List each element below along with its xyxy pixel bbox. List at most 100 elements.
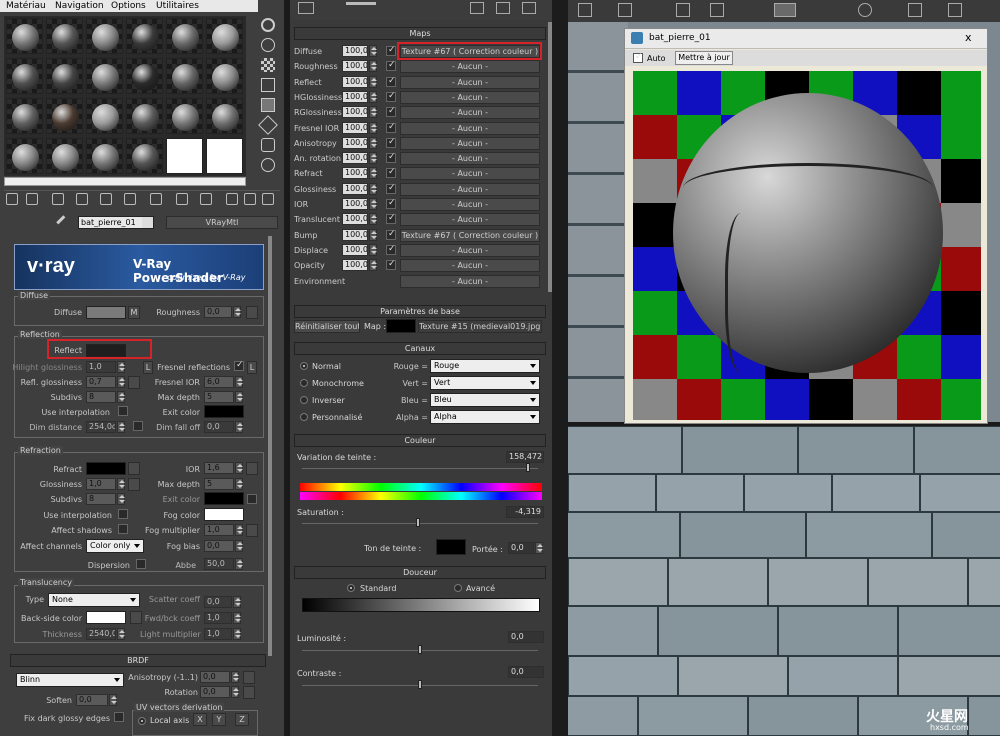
viewport-tool-h[interactable] [948, 3, 962, 17]
portee-input[interactable]: 0,0 [508, 542, 534, 554]
texture-button[interactable]: Texture #15 (medieval019.jpg) [418, 320, 542, 333]
sample-slot[interactable] [166, 18, 203, 54]
sample-type-icon[interactable] [261, 18, 275, 32]
toolbar-icon[interactable] [244, 193, 256, 205]
standard-radio[interactable] [347, 584, 355, 592]
slots-scrollbar[interactable] [4, 177, 246, 186]
map-row-spinner[interactable] [369, 75, 377, 88]
map-row-checkbox[interactable] [386, 229, 396, 240]
local-axis-radio[interactable] [138, 717, 146, 725]
material-name-dropdown[interactable] [142, 217, 153, 228]
map-row-amount[interactable]: 100,0 [342, 182, 368, 195]
sample-slot[interactable] [6, 138, 43, 174]
params-scrollbar[interactable] [268, 236, 272, 656]
light-multiplier-input[interactable]: 1,0 [204, 628, 232, 640]
map-row-spinner[interactable] [369, 90, 377, 103]
refr-subdivs-input[interactable]: 8 [86, 493, 116, 505]
toolbar-icon[interactable] [226, 193, 238, 205]
map-row-amount[interactable]: 100,0 [342, 136, 368, 149]
refr-glossiness-input[interactable]: 1,0 [86, 478, 116, 490]
luminosite-input[interactable]: 0,0 [508, 631, 544, 643]
map-row-spinner[interactable] [369, 106, 377, 119]
refl-glossiness-input[interactable]: 0,7 [86, 376, 116, 388]
map-row-slot[interactable]: - Aucun - [400, 182, 540, 196]
refl-interpolation-checkbox[interactable] [118, 406, 128, 416]
mode-inverser-radio[interactable] [300, 396, 308, 404]
back-side-color-swatch[interactable] [86, 611, 126, 624]
fresnel-lock-button[interactable]: L [247, 361, 257, 374]
reset-all-button[interactable]: Réinitialiser tout [294, 320, 360, 333]
diffuse-map-button[interactable]: M [128, 306, 140, 319]
refr-exit-color-swatch[interactable] [204, 492, 244, 505]
fog-multiplier-spinner[interactable] [235, 524, 243, 536]
sample-slot[interactable] [206, 18, 243, 54]
backlight-icon[interactable] [261, 38, 275, 52]
material-type-button[interactable]: VRayMtl [166, 216, 278, 229]
rouge-dropdown[interactable]: Rouge [430, 359, 540, 373]
refl-glossiness-map-button[interactable] [128, 376, 140, 389]
affect-channels-dropdown[interactable]: Color only [86, 539, 144, 553]
viewport-tool-d[interactable] [710, 3, 724, 17]
axis-x-button[interactable]: X [193, 713, 207, 726]
scatter-coeff-spinner[interactable] [233, 596, 241, 608]
sample-slot[interactable] [46, 18, 83, 54]
hue-slider[interactable] [302, 468, 538, 469]
map-row-amount[interactable]: 100,0 [342, 75, 368, 88]
viewport-tool-f[interactable] [858, 3, 872, 17]
saturation-slider[interactable] [302, 523, 538, 524]
refr-glossiness-map-button[interactable] [128, 478, 140, 491]
map-row-checkbox[interactable] [386, 183, 396, 194]
map-row-checkbox[interactable] [386, 137, 396, 148]
soften-input[interactable]: 0,0 [76, 694, 108, 706]
map-row-slot[interactable]: - Aucun - [400, 90, 540, 104]
anisotropy-map-button[interactable] [243, 671, 255, 684]
dim-falloff-spinner[interactable] [235, 421, 243, 433]
sample-slot[interactable] [206, 58, 243, 94]
background-icon[interactable] [261, 58, 275, 72]
bleu-dropdown[interactable]: Bleu [430, 393, 540, 407]
douceur-header[interactable]: Douceur [294, 566, 546, 579]
sample-slot[interactable] [126, 58, 163, 94]
toolbar-icon[interactable] [52, 193, 64, 205]
map-row-amount[interactable]: 100,0 [342, 198, 368, 210]
map-row-checkbox[interactable] [386, 76, 396, 87]
map-row-amount[interactable]: 100,0 [342, 45, 368, 57]
sample-slot[interactable] [126, 18, 163, 54]
fwd-bck-coeff-spinner[interactable] [233, 612, 241, 624]
map-row-slot[interactable]: - Aucun - [400, 167, 540, 181]
toolbar-icon-d[interactable] [496, 2, 510, 14]
map-row-checkbox[interactable] [386, 91, 396, 102]
abbe-input[interactable]: 50,0 [204, 558, 234, 570]
menu-utilitaires[interactable]: Utilitaires [156, 1, 199, 11]
map-row-slot[interactable]: - Aucun - [400, 136, 540, 150]
viewport-tool-a[interactable] [578, 3, 592, 17]
dim-distance-spinner[interactable] [117, 421, 125, 433]
diffuse-color-swatch[interactable] [86, 306, 126, 319]
sample-slot[interactable] [166, 58, 203, 94]
soften-spinner[interactable] [109, 694, 117, 706]
map-row-slot[interactable]: - Aucun - [400, 259, 540, 273]
map-row-amount[interactable]: 100,0 [342, 121, 368, 134]
toolbar-icon[interactable] [124, 193, 136, 205]
map-row-slot[interactable]: Texture #67 ( Correction couleur ) [400, 228, 540, 242]
toolbar-icon[interactable] [262, 193, 274, 205]
menu-navigation[interactable]: Navigation [55, 1, 104, 11]
axis-y-button[interactable]: Y [212, 713, 226, 726]
rotation-input[interactable]: 0,0 [200, 686, 230, 698]
video-check-icon[interactable] [261, 98, 275, 112]
hilight-glossiness-input[interactable]: 1,0 [86, 361, 116, 373]
map-row-slot[interactable]: - Aucun - [400, 274, 540, 288]
affect-shadows-checkbox[interactable] [118, 524, 128, 534]
mode-personnalise-radio[interactable] [300, 413, 308, 421]
make-preview-icon[interactable] [258, 115, 278, 135]
toolbar-icon[interactable] [150, 193, 162, 205]
map-row-spinner[interactable] [369, 152, 377, 165]
refl-glossiness-spinner[interactable] [117, 376, 125, 388]
preview-close-button[interactable]: x [965, 31, 972, 44]
contraste-slider-knob[interactable] [418, 680, 422, 689]
anisotropy-spinner[interactable] [231, 671, 239, 683]
menu-options[interactable]: Options [111, 1, 146, 11]
sample-slot[interactable] [206, 98, 243, 134]
viewport-tool-g[interactable] [908, 3, 922, 17]
anisotropy-input[interactable]: 0,0 [200, 671, 230, 683]
